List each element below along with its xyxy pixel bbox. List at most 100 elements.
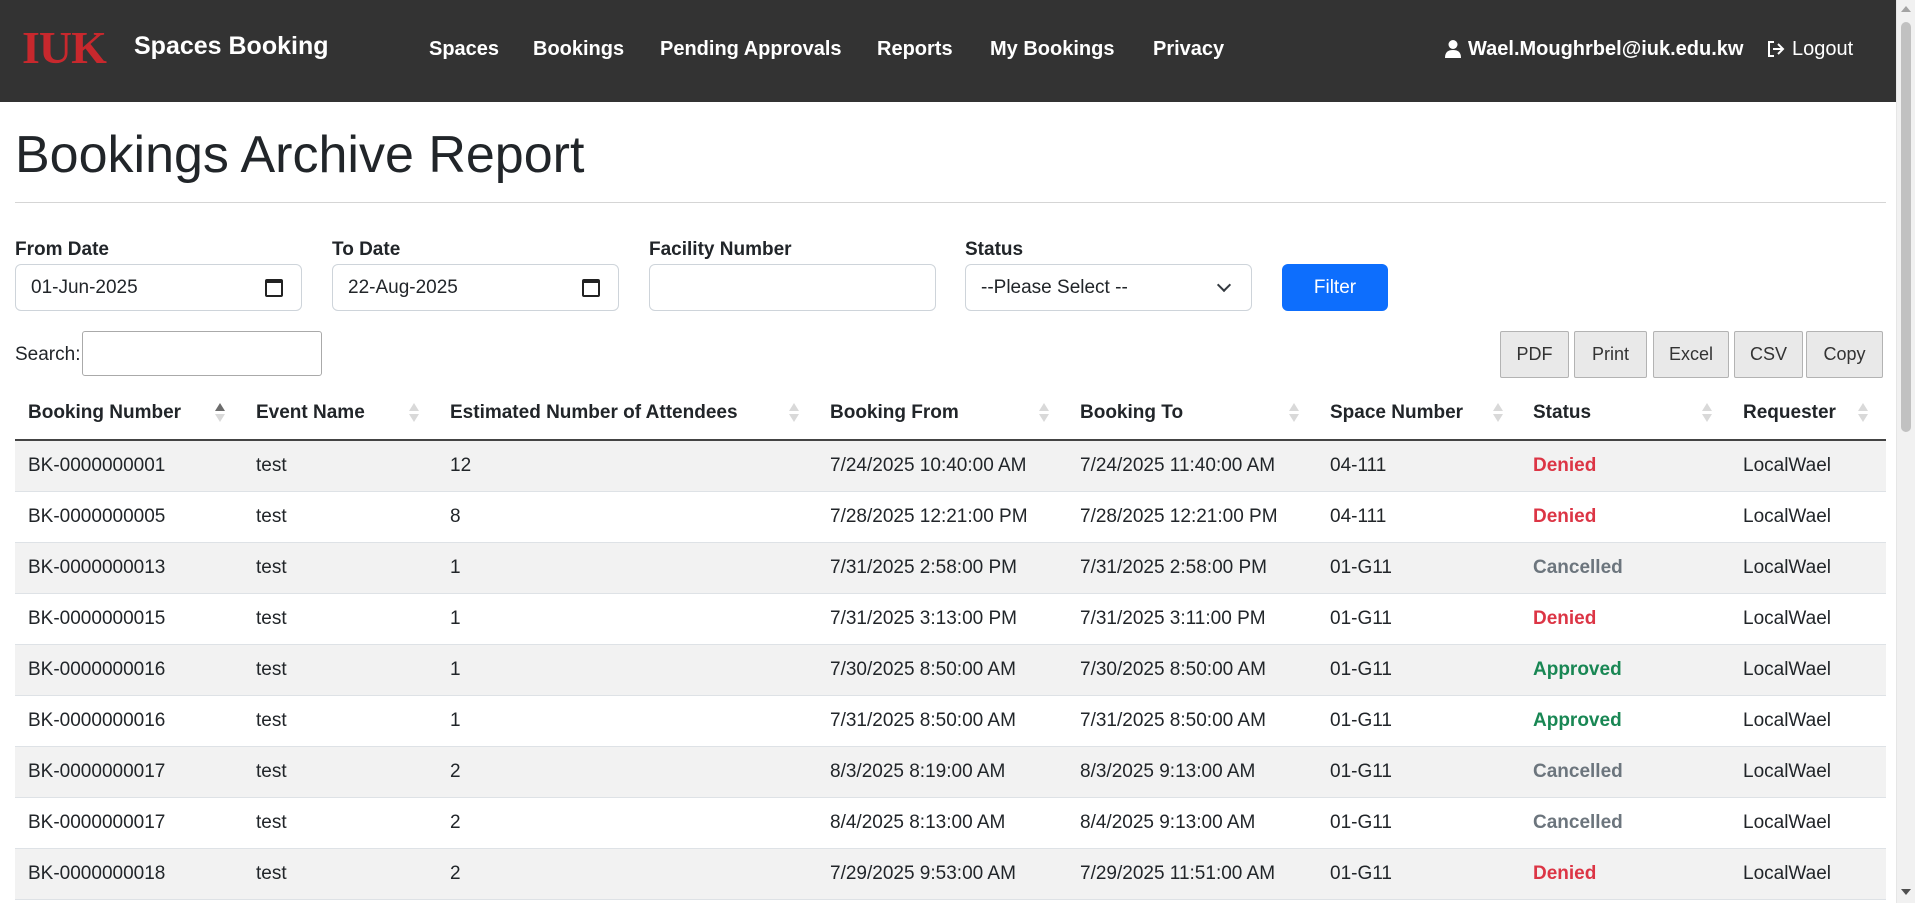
export-excel-button[interactable]: Excel <box>1653 331 1729 378</box>
requester-cell: LocalWael <box>1743 455 1832 476</box>
table-row[interactable]: BK-0000000018 test 2 7/29/2025 9:53:00 AM 7/… <box>15 849 1886 900</box>
sort-icon[interactable] <box>1702 402 1712 424</box>
scroll-up-arrow-icon[interactable] <box>1901 6 1911 12</box>
booking-to-cell: 8/3/2025 9:13:00 AM <box>1080 761 1256 782</box>
export-pdf-button[interactable]: PDF <box>1500 331 1569 378</box>
space-number-cell: 01-G11 <box>1330 761 1392 782</box>
sort-icon[interactable] <box>789 402 799 424</box>
requester-cell: LocalWael <box>1743 608 1832 629</box>
user-icon <box>1445 40 1461 58</box>
export-csv-button[interactable]: CSV <box>1734 331 1803 378</box>
calendar-icon[interactable] <box>265 279 283 297</box>
search-input[interactable] <box>82 331 322 376</box>
table-row[interactable]: BK-0000000015 test 1 7/31/2025 3:13:00 PM 7/… <box>15 594 1886 645</box>
column-header-requester[interactable]: Requester <box>1743 400 1836 426</box>
sort-ascending-icon[interactable] <box>215 402 225 424</box>
requester-cell: LocalWael <box>1743 761 1832 782</box>
status-select[interactable]: --Please Select -- <box>965 264 1252 311</box>
table-row[interactable]: BK-0000000001 test 12 7/24/2025 10:40:00 AM… <box>15 441 1886 492</box>
booking-number-cell: BK-0000000016 <box>28 710 166 731</box>
event-name-cell: test <box>256 608 287 629</box>
requester-cell: LocalWael <box>1743 863 1832 884</box>
nav-my-bookings[interactable]: My Bookings <box>990 36 1114 62</box>
facility-number-input[interactable] <box>649 264 936 311</box>
sort-icon[interactable] <box>1858 402 1868 424</box>
column-header-event-name[interactable]: Event Name <box>256 400 365 426</box>
page-scrollbar[interactable] <box>1896 0 1915 903</box>
booking-number-cell: BK-0000000018 <box>28 863 166 884</box>
nav-pending-approvals[interactable]: Pending Approvals <box>660 36 842 62</box>
table-row[interactable]: BK-0000000005 test 8 7/28/2025 12:21:00 PM 7… <box>15 492 1886 543</box>
sort-icon[interactable] <box>1039 402 1049 424</box>
search-label: Search: <box>15 344 81 365</box>
status-select-value: --Please Select -- <box>981 276 1128 298</box>
space-number-cell: 01-G11 <box>1330 812 1392 833</box>
booking-from-cell: 7/31/2025 2:58:00 PM <box>830 557 1017 578</box>
booking-to-cell: 7/28/2025 12:21:00 PM <box>1080 506 1278 527</box>
print-button[interactable]: Print <box>1574 331 1647 378</box>
event-name-cell: test <box>256 761 287 782</box>
status-cell: Denied <box>1533 455 1597 476</box>
table-row[interactable]: BK-0000000017 test 2 8/3/2025 8:19:00 AM 8/3… <box>15 747 1886 798</box>
table-row[interactable]: BK-0000000016 test 1 7/31/2025 8:50:00 AM 7/… <box>15 696 1886 747</box>
nav-reports[interactable]: Reports <box>877 36 953 62</box>
space-number-cell: 01-G11 <box>1330 608 1392 629</box>
to-date-label: To Date <box>332 239 401 260</box>
attendees-cell: 1 <box>450 659 461 680</box>
booking-from-cell: 7/29/2025 9:53:00 AM <box>830 863 1016 884</box>
user-email: Wael.Moughrbel@iuk.edu.kw <box>1468 38 1744 60</box>
requester-cell: LocalWael <box>1743 659 1832 680</box>
table-row[interactable]: BK-0000000017 test 2 8/4/2025 8:13:00 AM 8/4… <box>15 798 1886 849</box>
user-account[interactable]: Wael.Moughrbel@iuk.edu.kw <box>1444 36 1743 62</box>
event-name-cell: test <box>256 557 287 578</box>
booking-to-cell: 7/31/2025 2:58:00 PM <box>1080 557 1267 578</box>
scroll-down-arrow-icon[interactable] <box>1901 889 1911 895</box>
calendar-icon[interactable] <box>582 279 600 297</box>
booking-from-cell: 7/30/2025 8:50:00 AM <box>830 659 1016 680</box>
column-header-booking-from[interactable]: Booking From <box>830 400 959 426</box>
event-name-cell: test <box>256 710 287 731</box>
booking-number-cell: BK-0000000016 <box>28 659 166 680</box>
attendees-cell: 8 <box>450 506 461 527</box>
booking-from-cell: 7/31/2025 8:50:00 AM <box>830 710 1016 731</box>
nav-spaces[interactable]: Spaces <box>429 36 499 62</box>
status-cell: Cancelled <box>1533 761 1623 782</box>
nav-bookings[interactable]: Bookings <box>533 36 624 62</box>
space-number-cell: 04-111 <box>1330 455 1387 476</box>
brand-name[interactable]: Spaces Booking <box>134 31 329 61</box>
column-header-booking-number[interactable]: Booking Number <box>28 400 181 426</box>
nav-privacy[interactable]: Privacy <box>1153 36 1224 62</box>
status-cell: Cancelled <box>1533 557 1623 578</box>
status-cell: Denied <box>1533 608 1597 629</box>
column-header-booking-to[interactable]: Booking To <box>1080 400 1183 426</box>
requester-cell: LocalWael <box>1743 710 1832 731</box>
requester-cell: LocalWael <box>1743 557 1832 578</box>
filter-button[interactable]: Filter <box>1282 264 1388 311</box>
table-row[interactable]: BK-0000000016 test 1 7/30/2025 8:50:00 AM 7/… <box>15 645 1886 696</box>
sort-icon[interactable] <box>1493 402 1503 424</box>
status-cell: Cancelled <box>1533 812 1623 833</box>
column-header-status[interactable]: Status <box>1533 400 1591 426</box>
to-date-input[interactable]: 22-Aug-2025 <box>332 264 619 311</box>
space-number-cell: 01-G11 <box>1330 557 1392 578</box>
copy-button[interactable]: Copy <box>1806 331 1883 378</box>
attendees-cell: 1 <box>450 608 461 629</box>
scrollbar-thumb[interactable] <box>1901 22 1911 432</box>
sort-icon[interactable] <box>1289 402 1299 424</box>
attendees-cell: 2 <box>450 812 461 833</box>
space-number-cell: 04-111 <box>1330 506 1387 527</box>
column-header-attendees[interactable]: Estimated Number of Attendees <box>450 400 738 426</box>
from-date-input[interactable]: 01-Jun-2025 <box>15 264 302 311</box>
logout-link[interactable]: Logout <box>1766 36 1853 62</box>
booking-number-cell: BK-0000000005 <box>28 506 166 527</box>
space-number-cell: 01-G11 <box>1330 863 1392 884</box>
booking-from-cell: 7/31/2025 3:13:00 PM <box>830 608 1017 629</box>
requester-cell: LocalWael <box>1743 812 1832 833</box>
brand-logo[interactable]: IUK <box>22 24 107 72</box>
booking-number-cell: BK-0000000013 <box>28 557 166 578</box>
attendees-cell: 2 <box>450 761 461 782</box>
column-header-space-number[interactable]: Space Number <box>1330 400 1463 426</box>
sort-icon[interactable] <box>409 402 419 424</box>
status-cell: Denied <box>1533 863 1597 884</box>
table-row[interactable]: BK-0000000013 test 1 7/31/2025 2:58:00 PM 7/… <box>15 543 1886 594</box>
